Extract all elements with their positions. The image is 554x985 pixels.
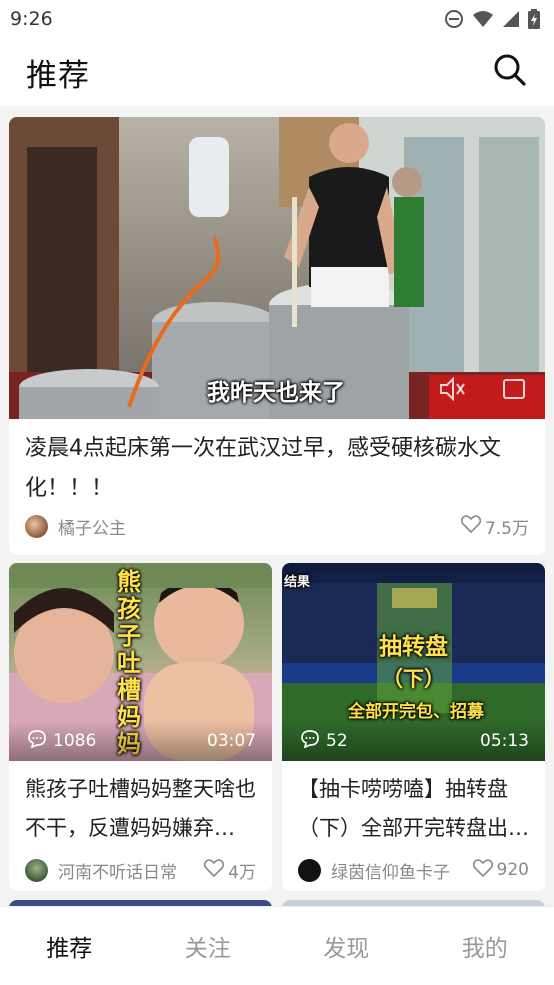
comment-count: 1086: [53, 731, 97, 751]
heart-icon: [472, 858, 493, 882]
right-author[interactable]: 绿茵信仰鱼卡子: [298, 858, 450, 883]
video-title-right[interactable]: 【抽卡唠唠嗑】抽转盘（下）全部开完转盘出…: [282, 761, 545, 853]
status-bar: 9:26: [0, 0, 554, 38]
heart-icon: [203, 858, 225, 882]
author-name: 绿茵信仰鱼卡子: [331, 862, 450, 883]
featured-video-thumbnail[interactable]: 我昨天也来了: [9, 117, 545, 419]
search-button[interactable]: [490, 52, 530, 92]
right-like-button[interactable]: 920: [472, 858, 529, 882]
right-overlay-caption-2: （下）: [382, 667, 445, 691]
video-feed[interactable]: 我昨天也来了 凌晨4点起床第一次在武汉过早，感受硬核碳水文化！！！ 橘子公主 7…: [0, 106, 554, 906]
right-overlay-caption-1: 抽转盘: [379, 634, 448, 660]
like-count: 920: [496, 860, 529, 880]
left-video-stats: 1086 03:07: [9, 721, 272, 761]
right-overlay-caption-3: 全部开完包、招募: [348, 702, 484, 722]
mute-icon[interactable]: [439, 376, 465, 405]
video-thumbnail-right[interactable]: 结果 抽转盘 （下） 全部开完包、招募 52 05:13: [282, 563, 545, 761]
do-not-disturb-icon: [444, 9, 464, 29]
right-meta-row: 绿茵信仰鱼卡子 920: [282, 853, 545, 887]
video-duration: 03:07: [207, 731, 256, 751]
app-header: 推荐: [0, 38, 554, 106]
cellular-signal-icon: [502, 10, 520, 28]
video-thumbnail-left[interactable]: 熊孩子吐槽妈妈 1086 03:07: [9, 563, 272, 761]
video-duration: 05:13: [480, 731, 529, 751]
video-card-left[interactable]: 熊孩子吐槽妈妈 1086 03:07 熊孩子吐槽妈妈整天啥也不干，反遭妈妈嫌弃……: [9, 563, 272, 891]
left-author[interactable]: 河南不听话日常: [25, 858, 177, 883]
right-corner-text: 结果: [284, 575, 311, 590]
nav-tab-me[interactable]: 我的: [435, 929, 535, 963]
wifi-icon: [472, 10, 494, 28]
featured-author[interactable]: 橘子公主: [25, 514, 126, 539]
featured-video-title[interactable]: 凌晨4点起床第一次在武汉过早，感受硬核碳水文化！！！: [9, 419, 545, 509]
featured-overlay-caption: 我昨天也来了: [207, 380, 345, 406]
right-comments: 52: [300, 729, 348, 754]
left-comments: 1086: [27, 729, 96, 754]
comment-icon: [300, 729, 320, 754]
featured-video-card[interactable]: 我昨天也来了 凌晨4点起床第一次在武汉过早，感受硬核碳水文化！！！ 橘子公主 7…: [9, 117, 545, 555]
left-meta-row: 河南不听话日常 4万: [9, 853, 272, 887]
right-video-stats: 52 05:13: [282, 721, 545, 761]
author-name: 橘子公主: [58, 518, 126, 539]
like-count: 4万: [228, 862, 256, 883]
author-name: 河南不听话日常: [58, 862, 177, 883]
search-icon: [493, 53, 527, 91]
status-icons: [444, 9, 540, 29]
video-title-left[interactable]: 熊孩子吐槽妈妈整天啥也不干，反遭妈妈嫌弃…: [9, 761, 272, 853]
video-card-right[interactable]: 结果 抽转盘 （下） 全部开完包、招募 52 05:13 【抽卡唠唠嗑】抽转盘（…: [282, 563, 545, 891]
comment-icon: [27, 729, 47, 754]
avatar: [25, 514, 48, 538]
avatar: [25, 858, 48, 882]
bottom-nav: 推荐 关注 发现 我的: [0, 906, 554, 985]
nav-tab-recommend[interactable]: 推荐: [19, 929, 119, 963]
fullscreen-icon[interactable]: [501, 377, 527, 405]
nav-tab-discover[interactable]: 发现: [296, 929, 396, 963]
featured-like-button[interactable]: 7.5万: [460, 514, 529, 539]
featured-meta-row: 橘子公主 7.5万: [9, 509, 545, 543]
heart-icon: [460, 514, 482, 538]
comment-count: 52: [326, 731, 348, 751]
left-like-button[interactable]: 4万: [203, 858, 256, 883]
page-title: 推荐: [26, 57, 90, 94]
status-time: 9:26: [10, 8, 53, 30]
nav-tab-follow[interactable]: 关注: [158, 929, 258, 963]
avatar: [298, 858, 321, 882]
battery-icon: [528, 9, 540, 29]
like-count: 7.5万: [484, 518, 529, 539]
